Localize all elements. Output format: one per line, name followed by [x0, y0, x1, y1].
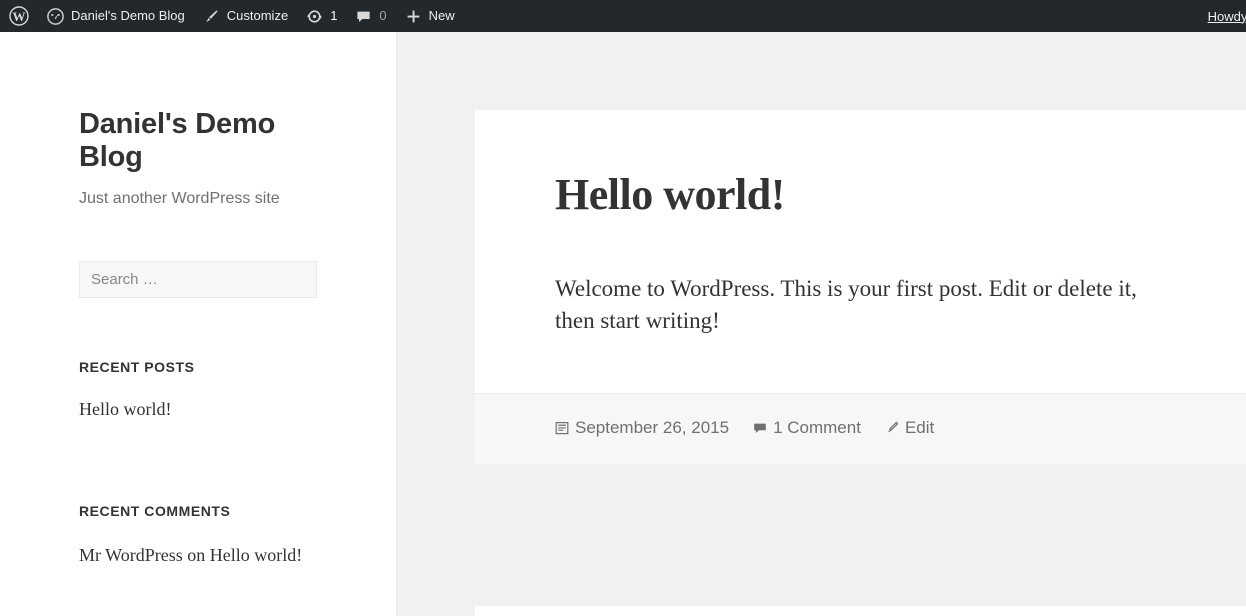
- search-input[interactable]: [79, 260, 317, 298]
- admin-bar-my-account[interactable]: Howdy,: [1208, 9, 1246, 24]
- admin-bar-customize[interactable]: Customize: [194, 0, 297, 32]
- admin-bar-new-label: New: [428, 8, 455, 23]
- comment-bubble-icon: [753, 421, 767, 435]
- recent-comments-title: RECENT COMMENTS: [79, 503, 231, 520]
- comment-bubble-icon: [355, 8, 372, 25]
- post-comments-link[interactable]: 1 Comment: [753, 418, 861, 438]
- admin-bar-site-name[interactable]: Daniel's Demo Blog: [38, 0, 194, 32]
- admin-bar-updates-count: 1: [330, 8, 338, 23]
- post-article: Hello world! Welcome to WordPress. This …: [475, 110, 1246, 464]
- site-title[interactable]: Daniel's Demo Blog: [79, 108, 299, 174]
- recent-post-link[interactable]: Hello world!: [79, 399, 171, 419]
- site-description: Just another WordPress site: [79, 189, 280, 207]
- post-body: Hello world! Welcome to WordPress. This …: [475, 110, 1246, 393]
- paintbrush-icon: [203, 8, 220, 25]
- admin-bar-right-group: Howdy,: [1208, 0, 1246, 32]
- post-article-next: [475, 606, 1246, 616]
- admin-bar-comments[interactable]: 0: [346, 0, 395, 32]
- list-item: Hello world!: [79, 397, 317, 422]
- wordpress-logo-icon: W: [9, 6, 29, 26]
- admin-bar: W Daniel's Demo Blog Customize 1 0 New H…: [0, 0, 1246, 32]
- recent-posts-title: RECENT POSTS: [79, 358, 195, 375]
- admin-bar-updates[interactable]: 1: [297, 0, 346, 32]
- post-footer-meta: September 26, 2015 1 Comment Edit: [475, 392, 1246, 464]
- page-title[interactable]: Hello world!: [555, 170, 1243, 221]
- post-date[interactable]: September 26, 2015: [555, 418, 729, 438]
- admin-bar-site-name-label: Daniel's Demo Blog: [71, 8, 185, 23]
- post-comments-label: 1 Comment: [773, 417, 861, 437]
- search-widget: [79, 260, 317, 298]
- updates-icon: [306, 8, 323, 25]
- post-date-label: September 26, 2015: [575, 417, 730, 437]
- admin-bar-comments-count: 0: [379, 8, 387, 23]
- page-wrapper: Daniel's Demo Blog Just another WordPres…: [0, 32, 1246, 616]
- recent-posts-widget: RECENT POSTS Hello world!: [79, 359, 317, 422]
- recent-comment-entry[interactable]: Mr WordPress on Hello world!: [79, 543, 317, 568]
- pencil-icon: [885, 421, 899, 435]
- site-branding: Daniel's Demo Blog Just another WordPres…: [0, 32, 396, 210]
- post-edit-link[interactable]: Edit: [885, 418, 934, 438]
- main-content: Hello world! Welcome to WordPress. This …: [398, 32, 1246, 616]
- recent-comments-widget: RECENT COMMENTS Mr WordPress on Hello wo…: [79, 503, 317, 568]
- sidebar-widget-area: RECENT POSTS Hello world! RECENT COMMENT…: [0, 260, 396, 568]
- calendar-icon: [555, 421, 569, 435]
- recent-posts-list: Hello world!: [79, 397, 317, 422]
- recent-comments-list: Mr WordPress on Hello world!: [79, 543, 317, 568]
- list-item: Mr WordPress on Hello world!: [79, 543, 317, 568]
- plus-icon: [405, 8, 422, 25]
- post-edit-label: Edit: [904, 417, 935, 437]
- admin-bar-wp-logo[interactable]: W: [0, 0, 38, 32]
- sidebar: Daniel's Demo Blog Just another WordPres…: [0, 32, 397, 616]
- admin-bar-new-content[interactable]: New: [396, 0, 464, 32]
- svg-text:W: W: [13, 9, 26, 24]
- post-content: Welcome to WordPress. This is your first…: [555, 275, 1137, 334]
- admin-bar-customize-label: Customize: [226, 8, 289, 23]
- dashboard-icon: [47, 7, 64, 25]
